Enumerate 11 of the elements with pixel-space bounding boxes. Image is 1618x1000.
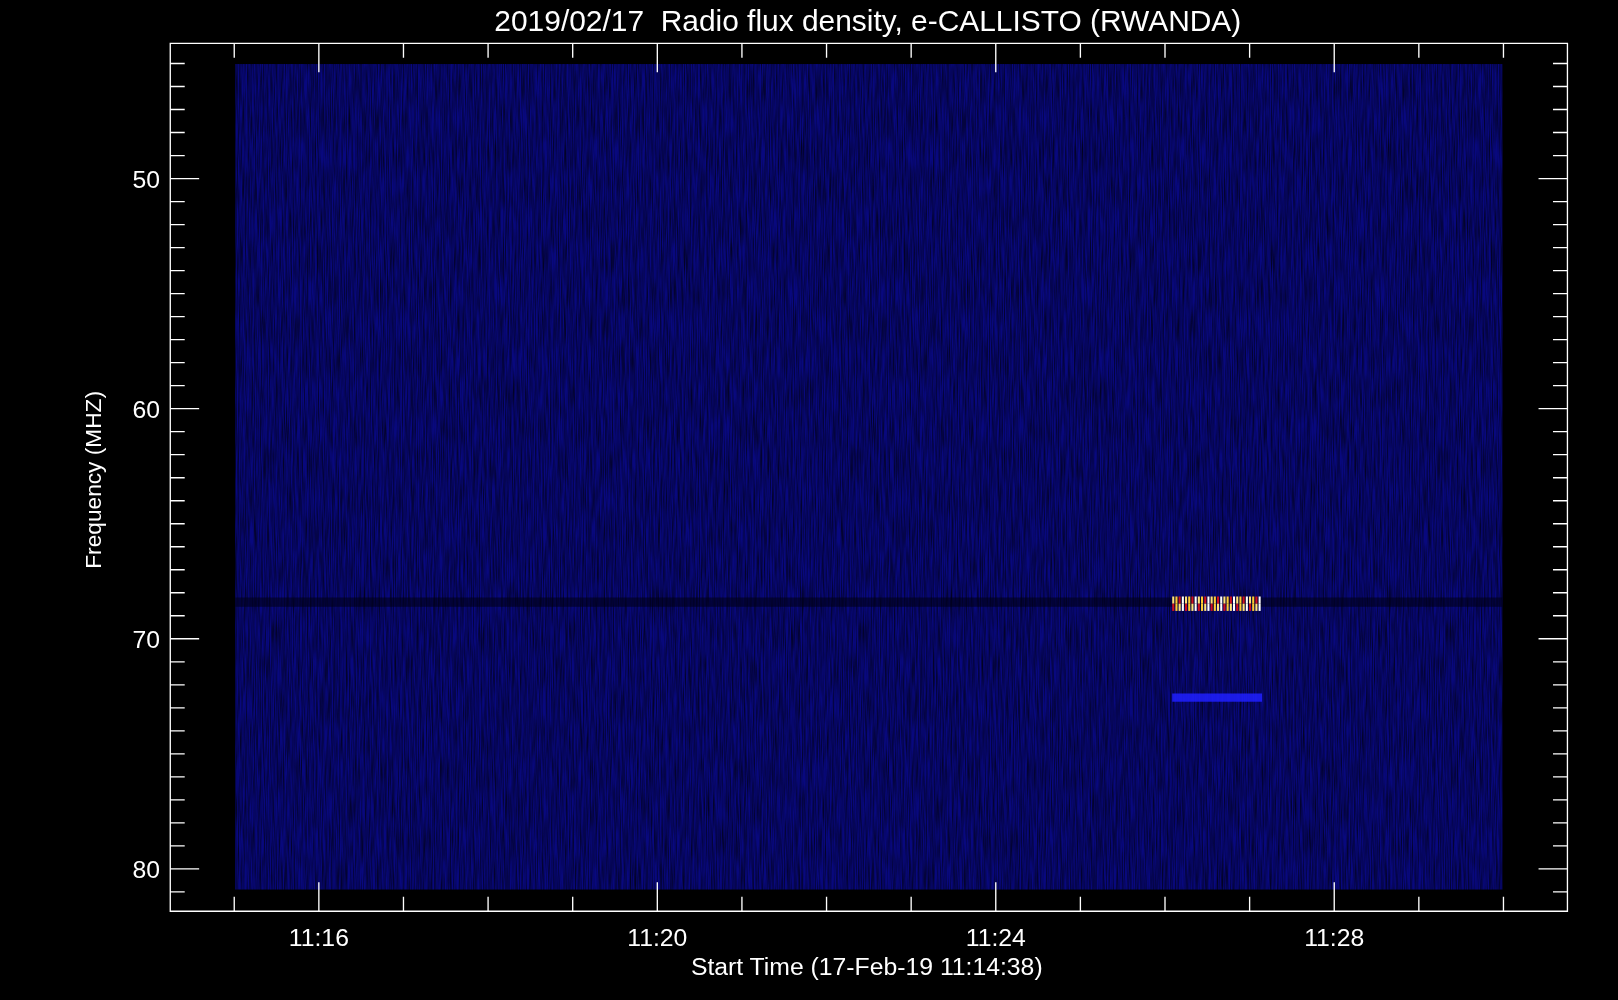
tick-label: 11:28 [1304, 924, 1365, 952]
tick-label: 60 [132, 395, 160, 423]
tick-label: 11:16 [288, 924, 349, 952]
chart-title: 2019/02/17 Radio flux density, e-CALLISTO (RWANDA) [494, 4, 1242, 37]
tick-label: 70 [132, 626, 160, 654]
tick-label: 11:24 [965, 924, 1026, 952]
tick-label: 80 [132, 856, 160, 884]
tick-label: 11:20 [627, 924, 688, 952]
tick-label: 50 [132, 165, 160, 193]
axis-title: Frequency (MHZ) [80, 391, 107, 569]
axis-title: Start Time (17-Feb-19 11:14:38) [690, 953, 1043, 981]
